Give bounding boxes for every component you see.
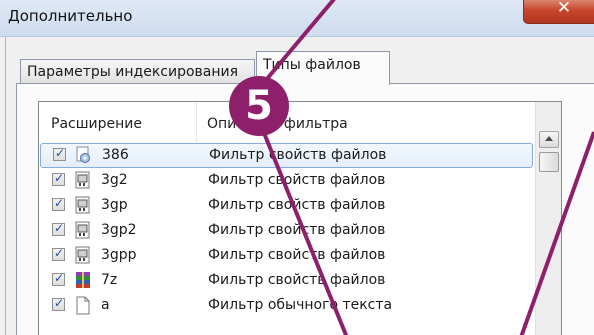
row-filter-description: Фильтр свойств файлов bbox=[208, 222, 386, 238]
row-extension: 3gp2 bbox=[101, 222, 137, 238]
blank-file-icon bbox=[74, 296, 92, 315]
row-checkbox[interactable]: ✓ bbox=[52, 271, 65, 286]
window-frame-left bbox=[5, 37, 6, 335]
check-icon: ✓ bbox=[54, 246, 65, 260]
list-rows: ✓ 386 Фильтр свойств файлов ✓ 3g2 Фильтр свой… bbox=[39, 143, 535, 318]
vertical-scrollbar[interactable] bbox=[535, 102, 561, 335]
file-types-list[interactable]: Расширение Описание фильтра ✓386Фильтр с… bbox=[38, 101, 562, 335]
media-file-icon bbox=[74, 221, 92, 240]
tab-indexing-settings[interactable]: Параметры индексирования bbox=[20, 59, 255, 83]
row-filter-description: Фильтр свойств файлов bbox=[208, 172, 386, 188]
check-icon: ✓ bbox=[54, 196, 65, 210]
media-file-icon bbox=[74, 171, 92, 190]
row-checkbox[interactable]: ✓ bbox=[52, 171, 65, 186]
table-row[interactable]: ✓ 386 Фильтр свойств файлов bbox=[40, 143, 533, 168]
window-title: Дополнительно bbox=[8, 7, 133, 25]
row-filter-description: Фильтр свойств файлов bbox=[208, 247, 386, 263]
close-button[interactable]: ✕ bbox=[523, 0, 594, 24]
row-extension: 386 bbox=[102, 147, 129, 163]
row-extension: 3g2 bbox=[101, 172, 128, 188]
tab-file-types[interactable]: Типы файлов bbox=[256, 51, 390, 85]
table-row[interactable]: ✓ 3gp Фильтр свойств файлов bbox=[39, 193, 535, 218]
row-checkbox[interactable]: ✓ bbox=[52, 296, 65, 311]
row-filter-description: Фильтр свойств файлов bbox=[208, 197, 386, 213]
title-bar: Дополнительно ✕ bbox=[0, 0, 594, 37]
row-checkbox[interactable]: ✓ bbox=[52, 221, 65, 236]
table-row[interactable]: ✓ 3g2 Фильтр свойств файлов bbox=[39, 168, 535, 193]
close-icon: ✕ bbox=[556, 0, 572, 18]
check-icon: ✓ bbox=[54, 171, 65, 185]
column-header-extension[interactable]: Расширение bbox=[39, 102, 197, 142]
row-extension: a bbox=[101, 297, 110, 313]
settings-file-icon bbox=[75, 146, 93, 165]
row-checkbox[interactable]: ✓ bbox=[53, 146, 66, 161]
row-extension: 3gp bbox=[101, 197, 128, 213]
check-icon: ✓ bbox=[55, 146, 66, 160]
media-file-icon bbox=[74, 196, 92, 215]
table-row[interactable]: ✓ 3gp2 Фильтр свойств файлов bbox=[39, 218, 535, 243]
check-icon: ✓ bbox=[54, 296, 65, 310]
row-checkbox[interactable]: ✓ bbox=[52, 246, 65, 261]
step-badge: 5 bbox=[229, 76, 289, 136]
table-row[interactable]: ✓ 7z Фильтр свойств файлов bbox=[39, 268, 535, 293]
row-extension: 7z bbox=[101, 272, 118, 288]
check-icon: ✓ bbox=[54, 271, 65, 285]
row-filter-description: Фильтр обычного текста bbox=[208, 297, 393, 313]
archive-file-icon bbox=[74, 271, 92, 290]
table-row[interactable]: ✓ a Фильтр обычного текста bbox=[39, 293, 535, 318]
media-file-icon bbox=[74, 246, 92, 265]
check-icon: ✓ bbox=[54, 221, 65, 235]
row-filter-description: Фильтр свойств файлов bbox=[208, 272, 386, 288]
row-checkbox[interactable]: ✓ bbox=[52, 196, 65, 211]
row-filter-description: Фильтр свойств файлов bbox=[209, 147, 387, 163]
scroll-up-button[interactable] bbox=[539, 131, 559, 148]
table-row[interactable]: ✓ 3gpp Фильтр свойств файлов bbox=[39, 243, 535, 268]
scroll-thumb[interactable] bbox=[539, 152, 559, 172]
row-extension: 3gpp bbox=[101, 247, 137, 263]
